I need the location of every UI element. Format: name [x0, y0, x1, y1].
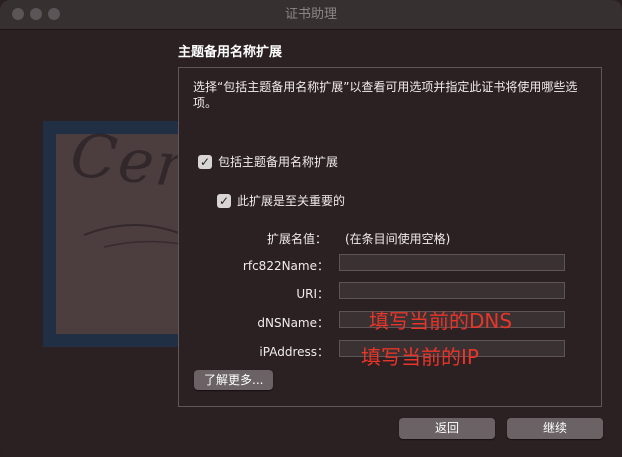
section-description: 选择“包括主题备用名称扩展”以查看可用选项并指定此证书将使用哪些选项。: [193, 80, 578, 110]
options-panel: 选择“包括主题备用名称扩展”以查看可用选项并指定此证书将使用哪些选项。 ✓ 包括…: [178, 67, 602, 407]
uri-label: URI：: [296, 287, 329, 301]
include-extension-label: 包括主题备用名称扩展: [218, 155, 339, 169]
dns-annotation: 填写当前的DNS: [369, 309, 513, 333]
dnsname-label: dNSName：: [257, 316, 329, 330]
critical-extension-checkbox-row[interactable]: ✓ 此扩展是至关重要的: [217, 192, 345, 209]
critical-extension-label: 此扩展是至关重要的: [237, 194, 346, 208]
include-extension-checkbox[interactable]: ✓: [198, 154, 212, 169]
learn-more-button[interactable]: 了解更多...: [194, 370, 274, 390]
certificate-assistant-window: 证书助理 Certificate 主题备用名称扩展 选择“包括主题备用名称扩展”…: [0, 0, 622, 457]
back-button[interactable]: 返回: [399, 418, 495, 439]
uri-input[interactable]: [339, 282, 565, 299]
title-bar: 证书助理: [0, 0, 622, 30]
rfc822name-input[interactable]: [339, 254, 565, 271]
extension-values-label: 扩展名值：: [267, 232, 328, 246]
section-heading: 主题备用名称扩展: [178, 45, 283, 60]
window-title: 证书助理: [284, 7, 337, 22]
ipaddress-label: iPAddress：: [259, 345, 329, 359]
ip-annotation: 填写当前的IP: [361, 345, 479, 369]
include-extension-checkbox-row[interactable]: ✓ 包括主题备用名称扩展: [198, 153, 338, 170]
rfc822name-label: rfc822Name：: [242, 259, 329, 273]
continue-button[interactable]: 继续: [507, 418, 603, 439]
critical-extension-checkbox[interactable]: ✓: [217, 193, 231, 208]
extension-values-hint: (在条目间使用空格): [345, 232, 451, 246]
